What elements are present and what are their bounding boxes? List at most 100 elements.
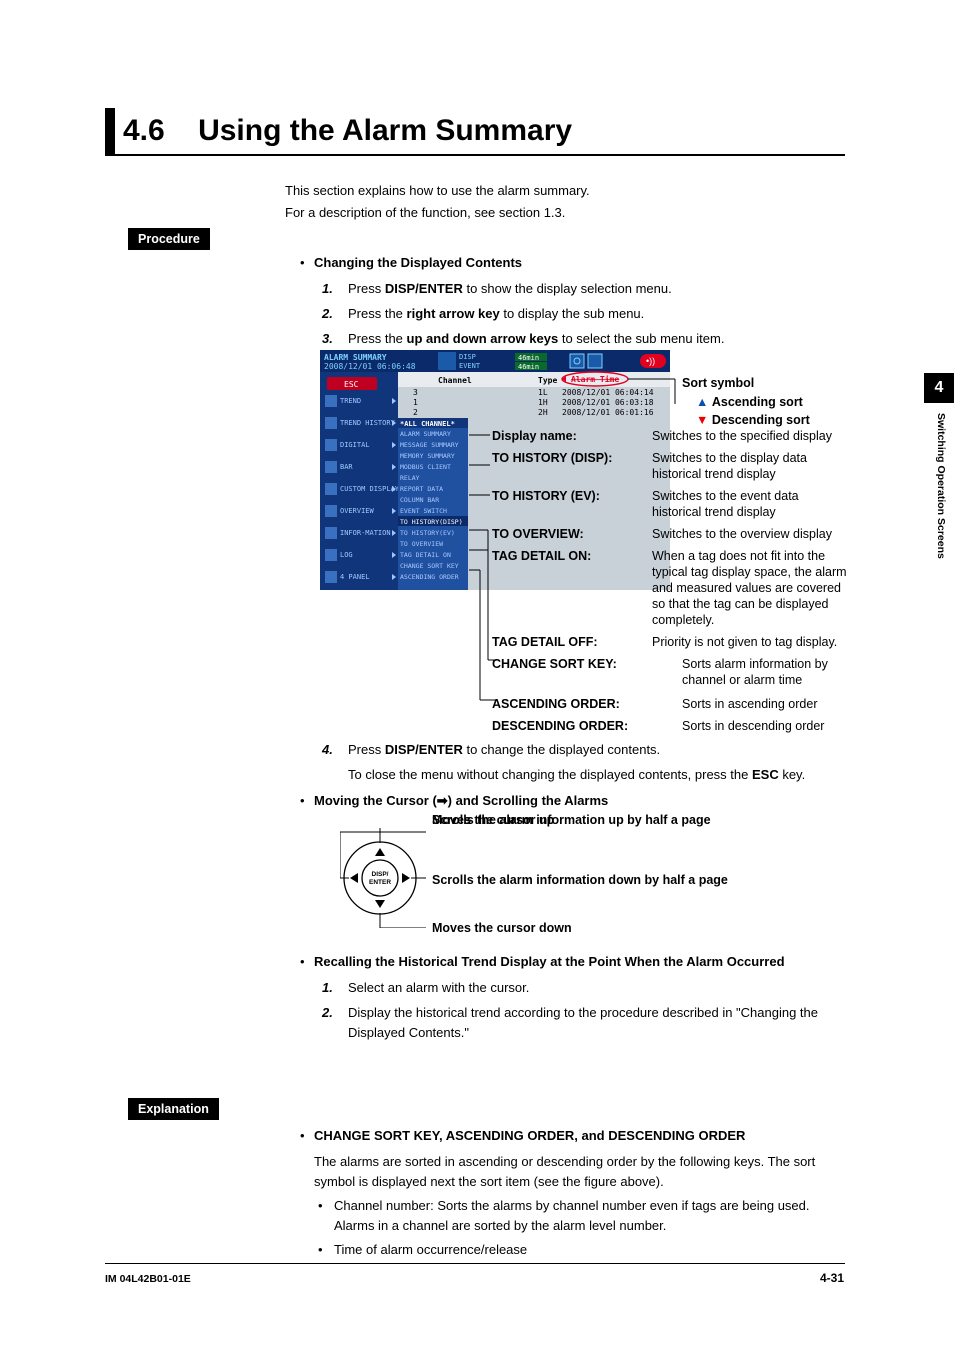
step-4-block: 4. Press DISP/ENTER to change the displa… [300,740,845,785]
svg-text:DISP: DISP [459,353,476,361]
dpad-cursor-down: Moves the cursor down [432,921,572,935]
svg-text:INFOR-MATION: INFOR-MATION [340,529,391,537]
svg-text:3: 3 [413,388,418,397]
svg-text:*ALL CHANNEL*: *ALL CHANNEL* [400,420,455,428]
recall-step-1: Select an alarm with the cursor. [348,978,529,998]
svg-text:2: 2 [413,408,418,417]
step-2: 2. [322,304,348,324]
intro-line-2: For a description of the function, see s… [285,202,590,224]
changing-contents: • Changing the Displayed Contents 1. Pre… [300,253,845,354]
sub-bullet-icon: • [318,1240,334,1260]
desc-val: Switches to the specified display [652,428,847,444]
sort-legend: ▲ Ascending sort ▼ Descending sort [696,393,810,429]
bullet-icon: • [300,1126,314,1146]
desc-key: CHANGE SORT KEY: [492,656,682,688]
desc-val: Switches to the display data historical … [652,450,847,482]
svg-text:BAR: BAR [340,463,353,471]
desc-val: When a tag does not fit into the typical… [652,548,847,628]
svg-text:2008/12/01 06:06:48: 2008/12/01 06:06:48 [324,362,416,371]
svg-text:EVENT: EVENT [459,362,481,370]
sub-bullet-icon: • [318,1196,334,1236]
moving-cursor-block: • Moving the Cursor (➡) and Scrolling th… [300,793,845,815]
svg-text:CUSTOM DISPLAY: CUSTOM DISPLAY [340,485,400,493]
desc-key: Display name: [492,428,652,444]
desc-key: TO HISTORY (DISP): [492,450,652,482]
ascending-label: Ascending sort [712,395,803,409]
intro-text: This section explains how to use the ala… [285,180,590,224]
footer-page-num: 4-31 [820,1271,844,1285]
step-2-text: Press the right arrow key to display the… [348,304,644,324]
step-4-text: Press DISP/ENTER to change the displayed… [348,740,660,760]
bullet-icon: • [300,952,314,972]
svg-text:ENTER: ENTER [369,879,391,886]
dpad-cursor-up: Moves the cursor up [432,813,554,827]
recall-step-2: Display the historical trend according t… [348,1003,845,1043]
intro-line-1: This section explains how to use the ala… [285,180,590,202]
bullet-icon: • [300,793,314,808]
svg-text:TO HISTORY(DISP): TO HISTORY(DISP) [400,518,463,526]
svg-text:LOG: LOG [340,551,353,559]
descending-icon: ▼ [696,411,708,429]
desc-val: Priority is not given to tag display. [652,634,847,650]
svg-text:•)): •)) [646,356,655,366]
desc-key: TO HISTORY (EV): [492,488,652,520]
procedure-label: Procedure [128,228,210,250]
step-2: 2. [322,1003,348,1023]
descending-label: Descending sort [712,413,810,427]
chapter-tab: 4 [924,373,954,403]
svg-text:Alarm Time: Alarm Time [571,374,619,384]
svg-text:DISP/: DISP/ [372,871,389,878]
svg-text:1H: 1H [538,398,548,407]
svg-text:ASCENDING ORDER: ASCENDING ORDER [400,573,459,581]
step-3-text: Press the up and down arrow keys to sele… [348,329,724,349]
section-marker [105,108,115,154]
svg-text:ALARM SUMMARY: ALARM SUMMARY [324,353,387,362]
svg-text:TREND HISTORY: TREND HISTORY [340,419,396,427]
svg-text:COLUMN BAR: COLUMN BAR [400,496,439,504]
recalling-title: Recalling the Historical Trend Display a… [314,952,785,972]
svg-text:1L: 1L [538,388,548,397]
svg-text:TAG DETAIL ON: TAG DETAIL ON [400,551,451,559]
svg-text:ALARM SUMMARY: ALARM SUMMARY [400,430,451,438]
explanation-title: CHANGE SORT KEY, ASCENDING ORDER, and DE… [314,1126,745,1146]
desc-val: Sorts in ascending order [682,696,847,712]
step-4-note: To close the menu without changing the d… [348,765,845,785]
svg-text:2008/12/01 06:01:16: 2008/12/01 06:01:16 [562,408,654,417]
svg-text:46min: 46min [518,354,539,362]
callout-descriptions: Display name:Switches to the specified d… [492,428,847,740]
svg-text:Type: Type [538,376,557,385]
svg-text:Channel: Channel [438,376,472,385]
desc-val: Sorts in descending order [682,718,847,734]
desc-val: Switches to the event data historical tr… [652,488,847,520]
desc-key: TO OVERVIEW: [492,526,652,542]
svg-text:MODBUS CLIENT: MODBUS CLIENT [400,463,451,471]
explanation-label: Explanation [128,1098,219,1120]
svg-text:RELAY: RELAY [400,474,420,482]
step-3: 3. [322,329,348,349]
step-1-text: Press DISP/ENTER to show the display sel… [348,279,672,299]
recalling-block: • Recalling the Historical Trend Display… [300,952,845,1048]
svg-text:1: 1 [413,398,418,407]
svg-text:MEMORY SUMMARY: MEMORY SUMMARY [400,452,455,460]
section-number: 4.6 [123,114,165,147]
svg-text:REPORT DATA: REPORT DATA [400,485,443,493]
svg-text:2H: 2H [538,408,548,417]
svg-text:OVERVIEW: OVERVIEW [340,507,375,515]
desc-val: Sorts alarm information by channel or al… [682,656,847,688]
desc-key: ASCENDING ORDER: [492,696,682,712]
chapter-side-text: Switching Operation Screens [935,413,947,559]
explanation-content: • CHANGE SORT KEY, ASCENDING ORDER, and … [300,1126,845,1260]
moving-title: Moving the Cursor (➡) and Scrolling the … [314,793,608,809]
explanation-para: The alarms are sorted in ascending or de… [314,1152,845,1192]
bullet-icon: • [300,253,314,273]
svg-text:TO OVERVIEW: TO OVERVIEW [400,540,443,548]
ascending-icon: ▲ [696,393,708,411]
svg-text:TO HISTORY(EV): TO HISTORY(EV) [400,529,455,537]
svg-text:EVENT SWITCH: EVENT SWITCH [400,507,447,515]
svg-text:DIGITAL: DIGITAL [340,441,370,449]
svg-text:4 PANEL: 4 PANEL [340,573,370,581]
sort-symbol-label: Sort symbol [682,376,754,390]
step-4: 4. [322,740,348,760]
svg-text:CHANGE SORT KEY: CHANGE SORT KEY [400,562,459,570]
dpad-scroll-down: Scrolls the alarm information down by ha… [432,873,728,887]
